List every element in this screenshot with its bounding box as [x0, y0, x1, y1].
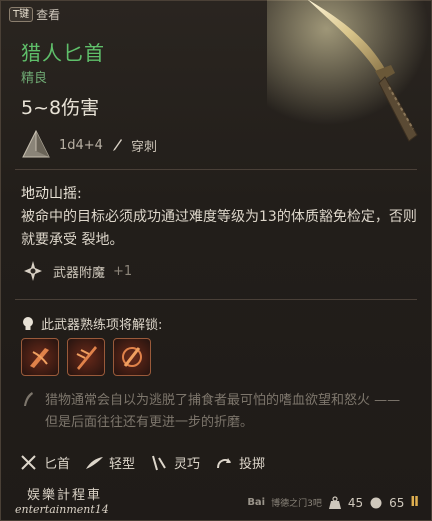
dagger-artwork [267, 0, 432, 157]
baidu-forum-label: 博德之门3吧 [271, 499, 322, 509]
piercing-strike-skill-icon [122, 347, 142, 367]
property-dagger[interactable]: 匕首 [19, 453, 70, 472]
property-label: 轻型 [109, 457, 136, 472]
proficiency-title-row: 此武器熟练项将解锁: [21, 314, 162, 333]
footer-stats: Bai 博德之门3吧 45 65 Ⅱ [247, 495, 419, 510]
key-hint-label: 查看 [36, 8, 61, 22]
enchantment-icon [24, 261, 42, 281]
inspect-key-hint[interactable]: T键 查看 [9, 6, 60, 23]
watermark-subtitle: entertainment14 [15, 503, 109, 516]
property-finesse[interactable]: 灵巧 [149, 453, 200, 472]
property-label: 匕首 [44, 457, 71, 472]
throw-icon [217, 457, 232, 468]
gold-value: 65 [389, 495, 405, 510]
quill-icon [24, 392, 33, 406]
divider [15, 299, 417, 300]
lightbulb-icon [23, 316, 33, 330]
proficiency-skills [21, 338, 151, 376]
weapon-properties: 匕首 轻型 灵巧 投掷 [19, 453, 265, 472]
coin-icon [370, 497, 382, 508]
weight-value: 45 [347, 495, 364, 510]
enchantment-bonus: +1 [113, 263, 133, 279]
damage-type: 穿刺 [130, 139, 157, 155]
item-damage: 5~8伤害 [21, 97, 100, 119]
ability-title: 地动山摇: [21, 186, 82, 202]
weight-icon [328, 495, 341, 509]
property-thrown[interactable]: 投掷 [214, 453, 265, 472]
slash-skill-icon [30, 348, 49, 368]
proficiency-title: 此武器熟练项将解锁: [41, 318, 163, 333]
item-name: 猎人匕首 [21, 41, 105, 65]
damage-dice: 1d4+4 [59, 137, 103, 153]
property-label: 投掷 [239, 457, 266, 472]
finesse-icon [152, 455, 166, 470]
property-label: 灵巧 [174, 457, 201, 472]
skill-slot-2[interactable] [67, 338, 105, 376]
property-light[interactable]: 轻型 [84, 453, 135, 472]
enchantment-row[interactable]: 武器附魔 +1 [21, 259, 132, 283]
damage-dice-row: 1d4+4 穿刺 [21, 129, 157, 161]
baidu-logo: Bai [247, 497, 266, 508]
lore-text: 猎物通常会自以为逃脱了捕食者最可怕的嗜血欲望和怒火 —— 但是后面往往还有更进一… [45, 393, 401, 430]
key-badge: T键 [9, 7, 34, 22]
divider [15, 169, 417, 170]
enchantment-label: 武器附魔 [53, 265, 106, 281]
rarity-pip-icon: Ⅱ [410, 495, 419, 510]
ability-description: 被命中的目标必须成功通过难度等级为13的体质豁免检定，否则就要承受 裂地。 [21, 209, 417, 248]
item-rarity: 精良 [21, 71, 48, 86]
piercing-icon [112, 139, 122, 151]
dagger-icon [21, 454, 36, 470]
watermark-title: 娱樂計程車 [27, 488, 103, 503]
stab-skill-icon [76, 346, 97, 370]
skill-slot-3[interactable] [113, 338, 151, 376]
item-tooltip: T键 查看 猎人匕首 精良 5~8伤害 1d4+4 穿刺 地动山摇: 被命中的目… [0, 0, 432, 521]
feather-icon [86, 456, 104, 469]
d4-dice-icon [22, 129, 50, 158]
skill-slot-1[interactable] [21, 338, 59, 376]
